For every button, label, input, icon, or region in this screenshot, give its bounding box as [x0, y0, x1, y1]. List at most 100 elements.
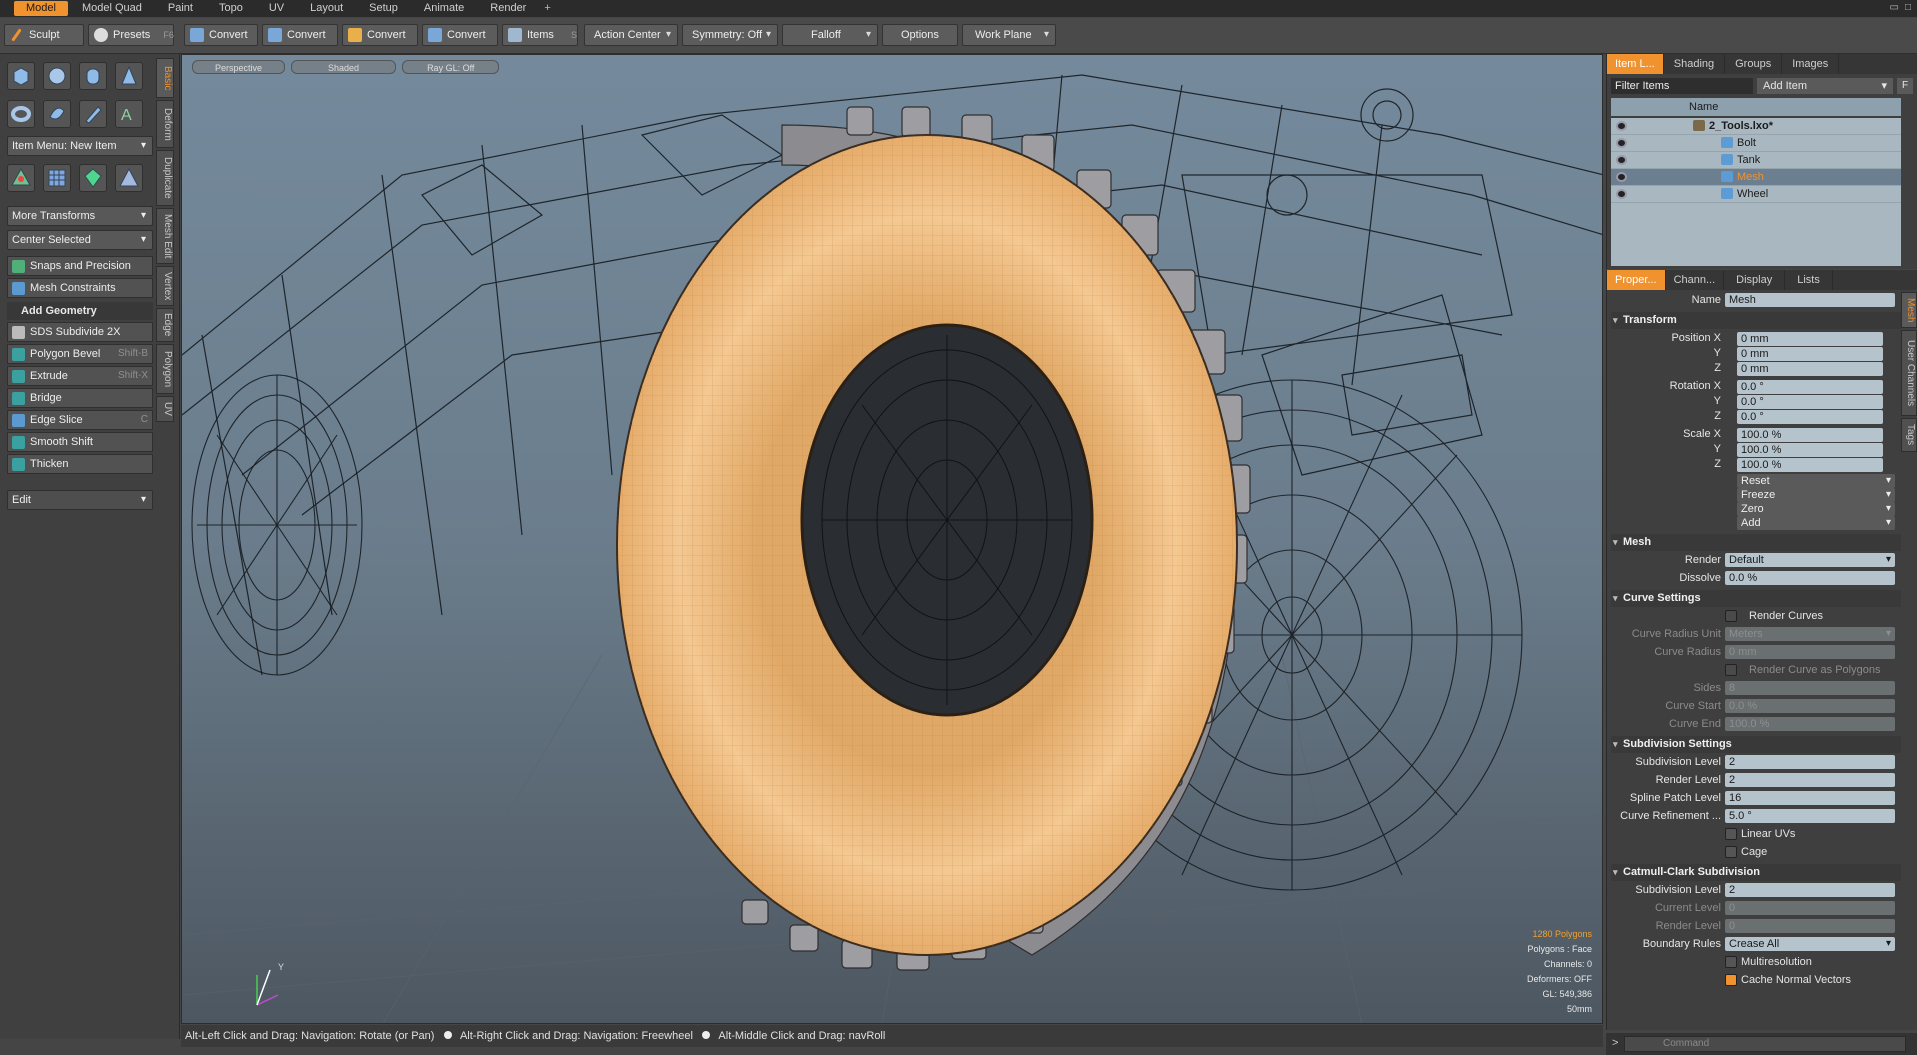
vtab-polygon[interactable]: Polygon [156, 344, 174, 394]
add-dropdown[interactable]: Add [1737, 516, 1895, 530]
subdivision-settings-section[interactable]: Subdivision Settings [1611, 736, 1901, 753]
edit-dropdown[interactable]: Edit [7, 490, 153, 510]
more-transforms-dropdown[interactable]: More Transforms [7, 206, 153, 226]
cone-icon[interactable] [115, 62, 143, 90]
vtab-duplicate[interactable]: Duplicate [156, 150, 174, 206]
capsule-icon[interactable] [43, 100, 71, 128]
items-button[interactable]: Items S [502, 24, 578, 46]
tab-images[interactable]: Images [1782, 54, 1840, 74]
snaps-precision-button[interactable]: Snaps and Precision [7, 256, 153, 276]
tool-edge-slice[interactable]: Edge Slice C [7, 410, 153, 430]
mesh-constraints-button[interactable]: Mesh Constraints [7, 278, 153, 298]
work-plane-dropdown[interactable]: Work Plane [962, 24, 1056, 46]
tab-properties[interactable]: Proper... [1607, 270, 1666, 290]
add-item-dropdown[interactable]: Add Item ▾ [1757, 78, 1893, 94]
rotation-z-field[interactable]: 0.0 ° [1737, 410, 1883, 424]
falloff-dropdown[interactable]: Falloff [782, 24, 878, 46]
layout-icon[interactable]: ▭ [1890, 2, 1899, 13]
item-tank[interactable]: Tank [1611, 152, 1901, 169]
add-geometry-header[interactable]: Add Geometry [7, 302, 153, 320]
symmetry-dropdown[interactable]: Symmetry: Off [682, 24, 778, 46]
tab-paint[interactable]: Paint [156, 1, 205, 16]
transform-icon[interactable] [7, 164, 35, 192]
rotation-y-field[interactable]: 0.0 ° [1737, 395, 1883, 409]
torus-icon[interactable] [7, 100, 35, 128]
sides-field[interactable]: 8 [1725, 681, 1895, 695]
visibility-eye-icon[interactable] [1616, 172, 1627, 182]
add-item-f-button[interactable]: F [1897, 78, 1913, 94]
sphere-icon[interactable] [43, 62, 71, 90]
reset-dropdown[interactable]: Reset [1737, 474, 1895, 488]
tab-model[interactable]: Model [14, 1, 68, 16]
visibility-eye-icon[interactable] [1616, 138, 1627, 148]
view-shaded-tab[interactable]: Shaded [291, 60, 397, 74]
visibility-eye-icon[interactable] [1616, 155, 1627, 165]
text-tool-icon[interactable]: A [115, 100, 143, 128]
tool-bridge[interactable]: Bridge [7, 388, 153, 408]
pen-icon[interactable] [79, 100, 107, 128]
center-selected-dropdown[interactable]: Center Selected [7, 230, 153, 250]
visibility-eye-icon[interactable] [1616, 121, 1627, 131]
convert-button-3[interactable]: Convert [342, 24, 418, 46]
tab-lists[interactable]: Lists [1785, 270, 1833, 290]
side-tab-mesh[interactable]: Mesh [1901, 292, 1917, 328]
gem-icon[interactable] [79, 164, 107, 192]
tab-model-quad[interactable]: Model Quad [70, 1, 154, 16]
transform-section[interactable]: Transform [1611, 312, 1901, 329]
tab-layout[interactable]: Layout [298, 1, 355, 16]
curve-refinement-field[interactable]: 5.0 ° [1725, 809, 1895, 823]
multiresolution-checkbox[interactable] [1725, 956, 1737, 968]
vtab-deform[interactable]: Deform [156, 100, 174, 148]
pyramid-icon[interactable] [115, 164, 143, 192]
convert-button-4[interactable]: Convert [422, 24, 498, 46]
position-x-field[interactable]: 0 mm [1737, 332, 1883, 346]
tool-smooth-shift[interactable]: Smooth Shift [7, 432, 153, 452]
item-scene[interactable]: 2_Tools.lxo* [1611, 118, 1901, 135]
position-z-field[interactable]: 0 mm [1737, 362, 1883, 376]
tab-topo[interactable]: Topo [207, 1, 255, 16]
tab-render[interactable]: Render [478, 1, 538, 16]
rotation-x-field[interactable]: 0.0 ° [1737, 380, 1883, 394]
curve-radius-field[interactable]: 0 mm [1725, 645, 1895, 659]
boundary-rules-dropdown[interactable]: Crease All [1725, 937, 1895, 951]
position-y-field[interactable]: 0 mm [1737, 347, 1883, 361]
tab-item-list[interactable]: Item L... [1607, 54, 1664, 74]
render-curve-polys-checkbox[interactable] [1725, 664, 1737, 676]
options-button[interactable]: Options [882, 24, 958, 46]
3d-viewport[interactable]: Y Perspective Shaded Ray GL: Off 1280 Po… [181, 54, 1603, 1024]
cage-checkbox[interactable] [1725, 846, 1737, 858]
item-mesh[interactable]: Mesh [1611, 169, 1901, 186]
view-perspective-tab[interactable]: Perspective [192, 60, 286, 74]
scale-z-field[interactable]: 100.0 % [1737, 458, 1883, 472]
maximize-icon[interactable]: □ [1905, 2, 1911, 13]
vtab-basic[interactable]: Basic [156, 58, 174, 98]
curve-end-field[interactable]: 100.0 % [1725, 717, 1895, 731]
tab-groups[interactable]: Groups [1725, 54, 1783, 74]
cylinder-icon[interactable] [79, 62, 107, 90]
subdivision-level-field[interactable]: 2 [1725, 755, 1895, 769]
curve-settings-section[interactable]: Curve Settings [1611, 590, 1901, 607]
filter-items-input[interactable]: Filter Items [1611, 78, 1753, 94]
curve-start-field[interactable]: 0.0 % [1725, 699, 1895, 713]
dissolve-field[interactable]: 0.0 % [1725, 571, 1895, 585]
presets-button[interactable]: Presets F6 [88, 24, 174, 46]
tab-channels[interactable]: Chann... [1666, 270, 1725, 290]
convert-button-1[interactable]: Convert [184, 24, 258, 46]
tab-shading[interactable]: Shading [1664, 54, 1726, 74]
mesh-section[interactable]: Mesh [1611, 534, 1901, 551]
tab-animate[interactable]: Animate [412, 1, 476, 16]
name-field[interactable]: Mesh [1725, 293, 1895, 307]
cc-subdivision-level-field[interactable]: 2 [1725, 883, 1895, 897]
tool-extrude[interactable]: Extrude Shift-X [7, 366, 153, 386]
action-center-dropdown[interactable]: Action Center [584, 24, 678, 46]
render-level-field[interactable]: 2 [1725, 773, 1895, 787]
spline-patch-level-field[interactable]: 16 [1725, 791, 1895, 805]
vtab-vertex[interactable]: Vertex [156, 266, 174, 306]
cache-normals-checkbox[interactable] [1725, 974, 1737, 986]
item-menu-dropdown[interactable]: Item Menu: New Item [7, 136, 153, 156]
tab-uv[interactable]: UV [257, 1, 296, 16]
tool-sds-subdivide[interactable]: SDS Subdivide 2X [7, 322, 153, 342]
convert-button-2[interactable]: Convert [262, 24, 338, 46]
tab-display[interactable]: Display [1724, 270, 1786, 290]
scale-y-field[interactable]: 100.0 % [1737, 443, 1883, 457]
